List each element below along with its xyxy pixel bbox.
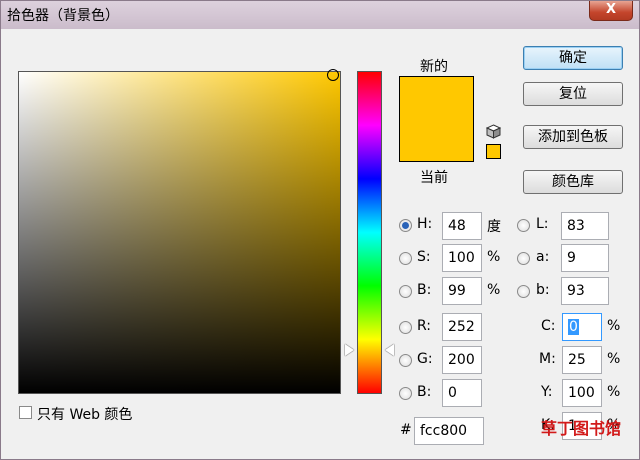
hue-slider-right-arrow[interactable] bbox=[385, 344, 394, 356]
yellow-unit: % bbox=[607, 384, 621, 400]
lab-a-radio[interactable] bbox=[517, 252, 530, 265]
new-color-swatch bbox=[399, 76, 474, 119]
red-input[interactable]: 252 bbox=[442, 313, 482, 341]
color-picker-window: 拾色器（背景色） X 新的 当前 确定 复位 添加到色板 颜色库 H: 48 度… bbox=[0, 0, 640, 460]
close-icon: X bbox=[605, 2, 617, 17]
hex-label: # bbox=[400, 422, 412, 438]
green-label: G: bbox=[417, 351, 433, 367]
hue-label: H: bbox=[417, 216, 433, 232]
current-color-label: 当前 bbox=[420, 170, 448, 186]
lab-a-label: a: bbox=[536, 249, 550, 265]
add-to-swatches-button[interactable]: 添加到色板 bbox=[523, 125, 623, 149]
magenta-unit: % bbox=[607, 351, 621, 367]
saturation-unit: % bbox=[487, 249, 501, 265]
cyan-input[interactable]: 0 bbox=[562, 313, 602, 341]
lightness-input[interactable]: 83 bbox=[561, 212, 609, 240]
title-bar: 拾色器（背景色） X bbox=[1, 1, 639, 29]
brightness-unit: % bbox=[487, 282, 501, 298]
web-colors-only-label[interactable]: 只有 Web 颜色 bbox=[37, 404, 132, 424]
red-radio[interactable] bbox=[399, 321, 412, 334]
green-input[interactable]: 200 bbox=[442, 346, 482, 374]
lab-b-label: b: bbox=[536, 282, 550, 298]
magenta-input[interactable]: 25 bbox=[562, 346, 602, 374]
hue-input[interactable]: 48 bbox=[442, 212, 482, 240]
saturation-brightness-field[interactable] bbox=[18, 71, 341, 394]
saturation-input[interactable]: 100 bbox=[442, 244, 482, 272]
window-title: 拾色器（背景色） bbox=[7, 8, 119, 24]
green-radio[interactable] bbox=[399, 354, 412, 367]
hex-input[interactable]: fcc800 bbox=[414, 417, 484, 445]
ok-button[interactable]: 确定 bbox=[523, 46, 623, 70]
reset-button[interactable]: 复位 bbox=[523, 82, 623, 106]
brightness-label: B: bbox=[417, 282, 432, 298]
hue-radio[interactable] bbox=[399, 219, 412, 232]
saturation-label: S: bbox=[417, 249, 431, 265]
gamut-swatch-icon[interactable] bbox=[486, 144, 501, 159]
hue-slider[interactable] bbox=[357, 71, 382, 394]
color-field-marker[interactable] bbox=[327, 69, 339, 81]
cyan-label: C: bbox=[541, 318, 556, 334]
close-button[interactable]: X bbox=[589, 1, 633, 21]
web-safe-cube-icon[interactable] bbox=[486, 124, 501, 139]
lab-b-radio[interactable] bbox=[517, 285, 530, 298]
yellow-label: Y: bbox=[541, 384, 553, 400]
red-label: R: bbox=[417, 318, 432, 334]
color-libraries-button[interactable]: 颜色库 bbox=[523, 170, 623, 194]
magenta-label: M: bbox=[539, 351, 556, 367]
lab-b-input[interactable]: 93 bbox=[561, 277, 609, 305]
cyan-unit: % bbox=[607, 318, 621, 334]
lightness-radio[interactable] bbox=[517, 219, 530, 232]
web-colors-only-checkbox[interactable] bbox=[19, 406, 32, 419]
blue-input[interactable]: 0 bbox=[442, 379, 482, 407]
lab-a-input[interactable]: 9 bbox=[561, 244, 609, 272]
new-color-label: 新的 bbox=[420, 59, 448, 75]
lightness-label: L: bbox=[536, 216, 549, 232]
watermark-text: 草丁图书馆 bbox=[541, 419, 622, 438]
blue-label: B: bbox=[417, 384, 432, 400]
current-color-swatch[interactable] bbox=[399, 119, 474, 162]
saturation-radio[interactable] bbox=[399, 252, 412, 265]
brightness-input[interactable]: 99 bbox=[442, 277, 482, 305]
blue-radio[interactable] bbox=[399, 387, 412, 400]
cyan-value-selected: 0 bbox=[568, 319, 579, 335]
hue-unit: 度 bbox=[487, 219, 501, 235]
brightness-radio[interactable] bbox=[399, 285, 412, 298]
hue-slider-left-arrow[interactable] bbox=[345, 344, 354, 356]
yellow-input[interactable]: 100 bbox=[562, 379, 602, 407]
